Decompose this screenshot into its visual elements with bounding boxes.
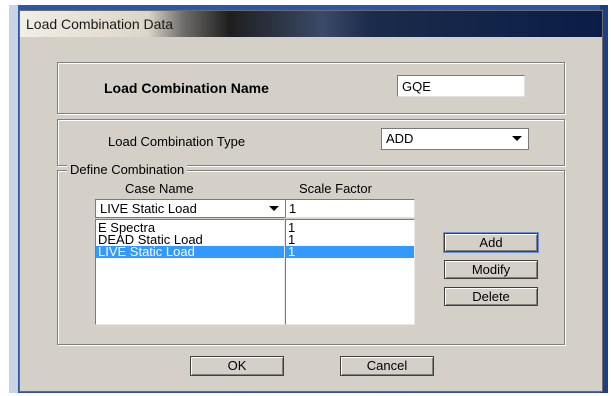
title-bar[interactable]: Load Combination Data	[20, 11, 602, 37]
case-name-value: LIVE Static Load	[100, 201, 197, 216]
combination-type-label: Load Combination Type	[108, 134, 246, 149]
define-combination-legend: Define Combination	[67, 162, 188, 177]
scale-factor-list[interactable]: 1 1 1	[285, 219, 415, 325]
combination-type-value: ADD	[386, 131, 414, 146]
dialog-title: Load Combination Data	[26, 16, 174, 32]
chevron-down-icon	[269, 206, 279, 211]
chevron-down-icon	[512, 136, 522, 141]
case-name-list[interactable]: E Spectra DEAD Static Load LIVE Static L…	[95, 219, 285, 325]
scale-factor-header: Scale Factor	[299, 181, 372, 196]
case-name-select[interactable]: LIVE Static Load	[95, 199, 286, 218]
scale-row-selected[interactable]: 1	[286, 245, 414, 258]
scale-row[interactable]: 1	[286, 221, 414, 234]
ok-button[interactable]: OK	[190, 356, 284, 376]
combination-name-label: Load Combination Name	[104, 80, 269, 96]
modify-button[interactable]: Modify	[444, 260, 538, 279]
case-name-header: Case Name	[125, 181, 194, 196]
scale-row[interactable]: 1	[286, 233, 414, 246]
load-combination-dialog: Load Combination Data Load Combination N…	[19, 10, 603, 392]
delete-button[interactable]: Delete	[444, 287, 538, 306]
window-edge-left	[9, 5, 18, 393]
add-button[interactable]: Add	[444, 233, 538, 252]
combination-type-select[interactable]: ADD	[381, 128, 529, 150]
combination-name-input[interactable]	[397, 75, 525, 97]
case-row-selected[interactable]: LIVE Static Load	[96, 245, 284, 258]
cancel-button[interactable]: Cancel	[340, 356, 434, 376]
scale-factor-input[interactable]	[285, 199, 415, 218]
